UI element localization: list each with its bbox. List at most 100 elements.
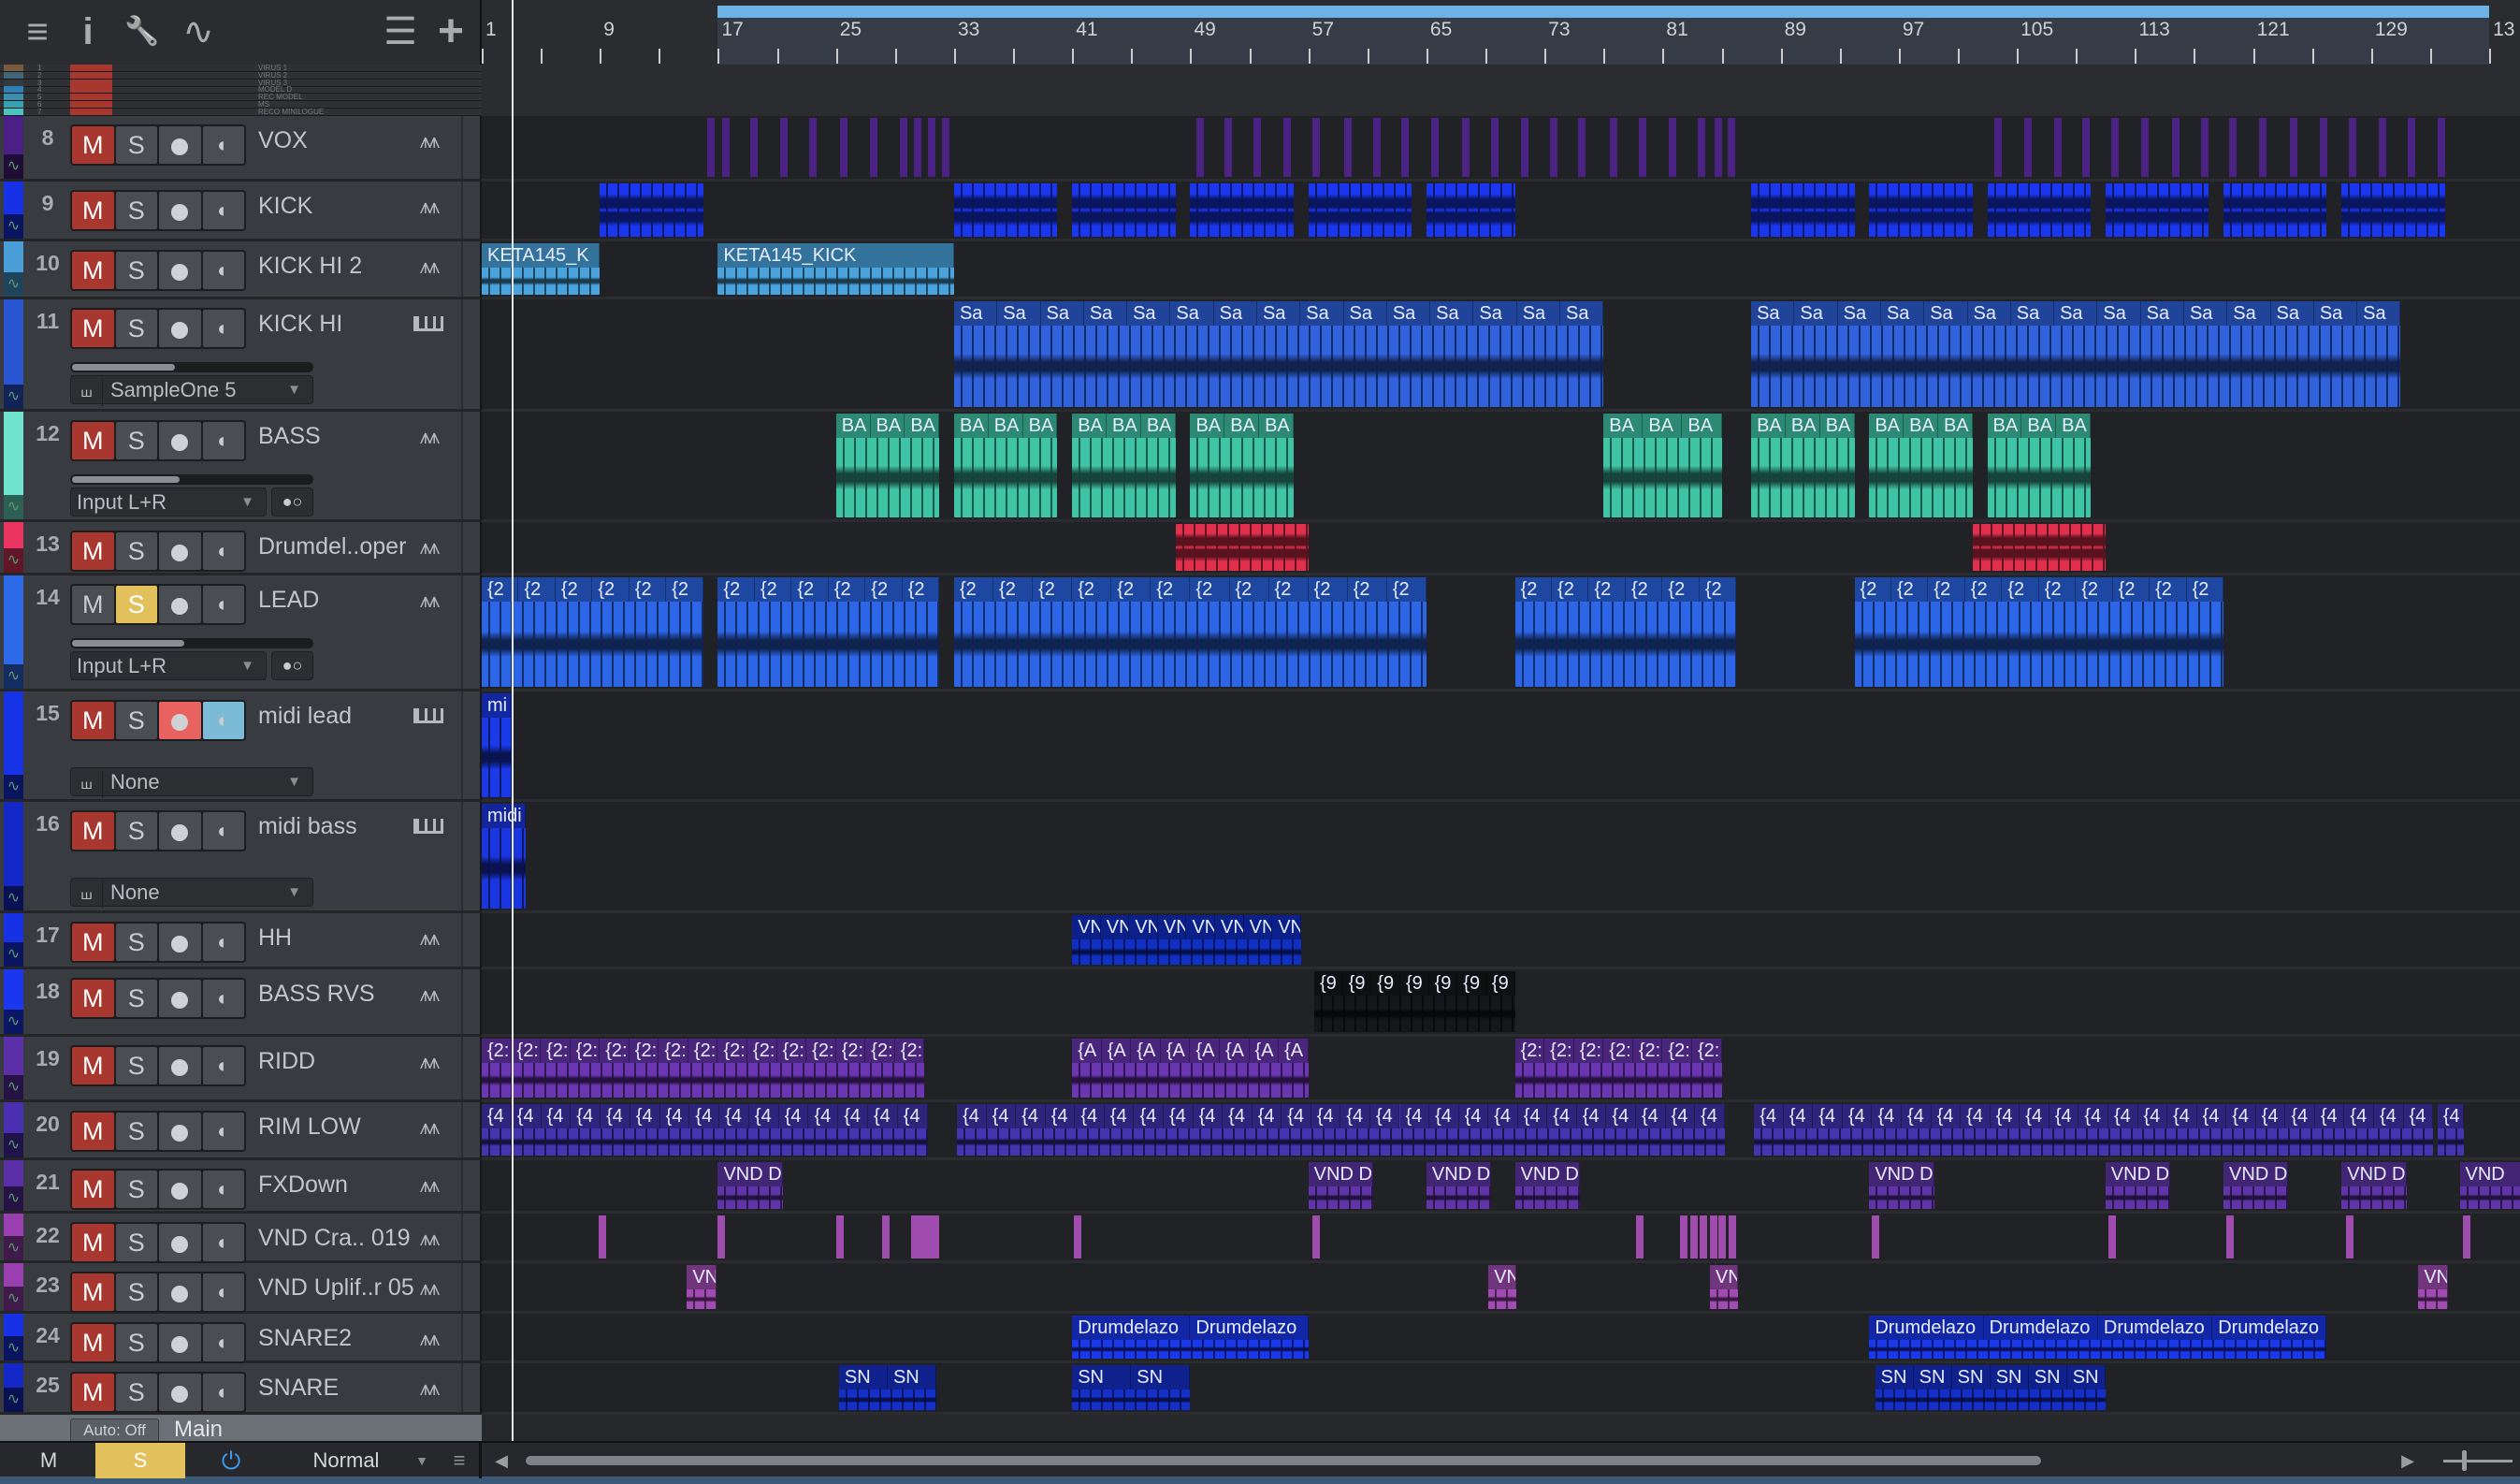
audio-clip[interactable] [953,183,1058,237]
event-marker[interactable] [2107,1215,2116,1258]
track-name[interactable]: KICK HI 2 [258,253,362,280]
event-marker[interactable] [2408,118,2416,177]
track-name[interactable]: FXDown [258,1171,348,1199]
audio-clip[interactable]: Sa Sa Sa Sa Sa Sa Sa Sa Sa Sa Sa Sa Sa Sa Sa [1751,301,2401,407]
audio-clip[interactable]: VND D [2223,1162,2289,1209]
solo-button[interactable]: S [115,1171,157,1208]
record-arm-button[interactable] [159,252,201,289]
monitor-button[interactable]: ◐ [202,702,244,739]
automation-icon[interactable]: ∿ [4,272,23,297]
monitor-button[interactable]: ◐ [202,1224,244,1261]
mute-button[interactable]: M [72,1113,114,1150]
input-select[interactable]: Input L+R ▼ [70,651,267,680]
audio-clip[interactable]: {A {A {A {A {A {A {A {A [1072,1039,1309,1098]
event-marker[interactable] [2349,118,2357,177]
timeline-ruler[interactable]: 1 9 17 25 33 41 49 57 65 73 81 89 97 105 113 121 129 13 [482,0,2520,65]
track-header-bass-rvs[interactable]: ∿ 18 M S ◐ BASS RVS ⩚⩚ [0,969,482,1037]
track-header-drumdel-oper[interactable]: ∿ 13 M S ◐ Drumdel..oper ⩚⩚ [0,522,482,575]
add-track-icon[interactable]: + [432,9,470,54]
audio-clip[interactable]: VN [1488,1265,1517,1309]
collapsed-track[interactable]: 7 RECO MINILOGUE [0,108,482,116]
monitor-button[interactable]: ◐ [202,1374,244,1411]
audio-clip[interactable]: {2 {2 {2 {2 {2 {2 [482,577,703,687]
event-marker[interactable] [1698,118,1706,177]
solo-button[interactable]: S [115,1113,157,1150]
track-lane[interactable]: {2 {2 {2 {2 {2 {2 {2 {2 {2 {2 {2 {2 {2 {2 {2 {2 {2 {2 {2 {2… [482,575,2520,691]
playhead[interactable] [511,0,514,1441]
mute-button[interactable]: M [72,310,114,347]
event-marker[interactable] [942,118,950,177]
mode-select[interactable]: Normal [299,1443,393,1478]
horizontal-scrollbar[interactable] [526,1456,2041,1465]
event-marker[interactable] [2171,118,2180,177]
track-lane[interactable]: VN VN VN VN [482,1263,2520,1314]
scroll-left-button[interactable]: ◀ [488,1443,514,1478]
solo-button[interactable]: S [115,126,157,164]
track-name[interactable]: Drumdel..oper [258,533,406,560]
audio-clip[interactable]: VND D [717,1162,783,1209]
record-arm-button[interactable] [159,1374,201,1411]
automation-icon[interactable]: ∿ [4,214,23,239]
automation-icon[interactable]: ∿ [4,548,23,573]
automation-icon[interactable]: ∿ [4,495,23,519]
solo-button[interactable]: S [115,252,157,289]
event-marker[interactable] [1635,1215,1644,1258]
collapsed-track[interactable]: 5 REC MODEL [0,94,482,102]
power-icon[interactable]: ⏻ [208,1443,254,1478]
mute-button[interactable]: M [72,126,114,164]
event-marker[interactable] [1491,118,1499,177]
track-header-kick[interactable]: ∿ 9 M S ◐ KICK ⩚⩚ [0,182,482,241]
event-marker[interactable] [1709,1215,1717,1258]
audio-clip[interactable]: BA BA BA [835,414,940,517]
solo-button[interactable]: S [115,812,157,850]
audio-clip[interactable]: VND [2459,1162,2520,1209]
event-marker[interactable] [2319,118,2327,177]
solo-button[interactable]: S [115,980,157,1017]
solo-button[interactable]: S [115,586,157,623]
event-marker[interactable] [1312,1215,1321,1258]
event-marker[interactable] [2462,1215,2470,1258]
audio-clip[interactable]: SN SN [838,1365,937,1410]
scroll-right-button[interactable]: ▶ [2395,1443,2421,1478]
mute-button[interactable]: M [72,192,114,229]
automation-mode-button[interactable]: Auto: Off [70,1419,159,1441]
audio-clip[interactable] [2105,183,2209,237]
loop-range-bar[interactable] [717,6,2490,18]
event-marker[interactable] [2024,118,2032,177]
event-marker[interactable] [809,118,818,177]
event-marker[interactable] [2053,118,2062,177]
audio-clip[interactable]: {9 {9 {9 {9 {9 {9 {9 [1313,971,1515,1032]
track-name[interactable]: BASS [258,423,321,450]
event-marker[interactable] [1690,1215,1699,1258]
monitor-button[interactable]: ◐ [202,1273,244,1311]
track-lane[interactable]: VND D VND D VND D VND D VND D VND D VND D VND D… [482,1160,2520,1214]
track-name[interactable]: HH [258,924,292,952]
event-marker[interactable] [717,1215,726,1258]
audio-clip[interactable]: {2: {2: {2: {2: {2: {2: {2: {2: {2: {2: {2: {2: {2:{… [482,1039,925,1098]
track-name[interactable]: VOX [258,127,308,154]
record-arm-button[interactable] [159,192,201,229]
audio-clip[interactable] [1072,183,1176,237]
event-marker[interactable] [870,118,877,177]
audio-clip[interactable]: {2: {2: {2: {2: {2: {2: {2: [1514,1039,1722,1098]
mute-button[interactable]: M [72,1224,114,1261]
mute-button[interactable]: M [72,702,114,739]
event-marker[interactable] [1668,118,1676,177]
event-marker[interactable] [2081,118,2090,177]
audio-clip[interactable] [1426,183,1515,237]
audio-clip[interactable]: BA BA BA [1603,414,1722,517]
automation-icon[interactable]: ∿ [174,13,223,51]
automation-icon[interactable]: ∿ [4,1075,23,1099]
event-marker[interactable] [750,118,759,177]
audio-clip[interactable]: {4 {4 {4 {4 {4 {4 {4 {4 {4 {4 {4 {4 {4 {4 {4 {4 {4 {4 {4 {4… [1754,1104,2434,1156]
event-marker[interactable] [1718,1215,1727,1258]
track-header-vox[interactable]: ∿ 8 M S ◐ VOX ⩚⩚ [0,116,482,182]
automation-icon[interactable]: ∿ [4,1186,23,1211]
event-marker[interactable] [1609,118,1617,177]
record-arm-button[interactable] [159,1224,201,1261]
record-arm-button[interactable] [159,1171,201,1208]
mute-button[interactable]: M [72,1374,114,1411]
track-name[interactable]: VND Cra.. 019 [258,1225,411,1252]
event-marker[interactable] [899,118,907,177]
monitor-button[interactable]: ◐ [202,980,244,1017]
